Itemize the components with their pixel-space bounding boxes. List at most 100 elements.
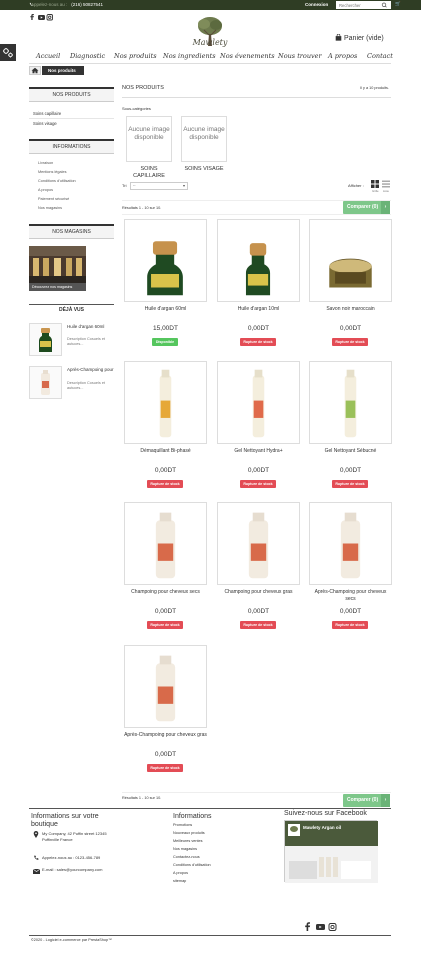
sidebar-info-heading: INFORMATIONS bbox=[29, 139, 114, 154]
subcategory-name[interactable]: SOINS CAPILLAIRE bbox=[126, 166, 172, 180]
footer-divider bbox=[29, 808, 391, 809]
nav-a-propos[interactable]: A propos bbox=[328, 52, 357, 60]
product-image[interactable] bbox=[309, 219, 392, 302]
discover-stores-button[interactable]: Découvrez nos magasins bbox=[29, 283, 86, 291]
sidebar-item-soins-visage[interactable]: Soins visage bbox=[33, 121, 57, 126]
login-link[interactable]: Connexion bbox=[305, 2, 328, 7]
product-image[interactable] bbox=[217, 219, 300, 302]
footer-email[interactable]: E-mail : sales@yourcompany.com bbox=[42, 867, 102, 873]
sort-label: Tri bbox=[122, 183, 127, 188]
footer-link[interactable]: Meilleures ventes bbox=[173, 839, 203, 843]
compare-button[interactable]: Comparer (0) › bbox=[343, 201, 390, 214]
subcategory-image-placeholder[interactable]: Aucune image disponible bbox=[126, 116, 172, 162]
subcategory-name[interactable]: SOINS VISAGE bbox=[181, 166, 227, 173]
instagram-icon[interactable] bbox=[328, 923, 337, 931]
sort-select[interactable]: -- ▾ bbox=[130, 182, 188, 190]
product-price: 0,00DT bbox=[154, 608, 177, 615]
theme-config-toggle[interactable] bbox=[0, 44, 16, 61]
facebook-page-name[interactable]: Mawlety Argan oil bbox=[303, 825, 341, 830]
results-count: Résultats 1 - 10 sur 10. bbox=[122, 796, 162, 800]
facebook-icon[interactable] bbox=[305, 922, 311, 931]
sidebar-link-mentions[interactable]: Mentions légales bbox=[38, 170, 67, 174]
product-image[interactable] bbox=[309, 361, 392, 444]
grid-view-icon[interactable] bbox=[371, 180, 379, 188]
product-photo bbox=[245, 243, 271, 296]
product-name[interactable]: Démaquillant Bi-phasé bbox=[124, 448, 207, 455]
compare-button[interactable]: Comparer (0) › bbox=[343, 794, 390, 807]
sidebar-link-livraison[interactable]: Livraison bbox=[38, 161, 53, 165]
product-name[interactable]: Huile d'argan 60ml bbox=[124, 306, 207, 313]
product-photo bbox=[155, 512, 176, 579]
cart-icon[interactable]: 🛒 bbox=[395, 1, 401, 7]
cart-summary[interactable]: Panier (vide) bbox=[335, 34, 384, 42]
footer-link[interactable]: Nouveaux produits bbox=[173, 831, 205, 835]
product-image[interactable] bbox=[124, 502, 207, 585]
store-photo[interactable] bbox=[29, 246, 86, 283]
footer-link[interactable]: sitemap bbox=[173, 879, 186, 883]
page-title: NOS PRODUITS bbox=[122, 85, 164, 91]
footer-link[interactable]: Conditions d'utilisation bbox=[173, 863, 211, 867]
nav-nos-produits[interactable]: Nos produits bbox=[114, 52, 157, 60]
copyright: ©2020 - Logiciel e-commerce par PrestaSh… bbox=[31, 938, 112, 942]
product-image[interactable] bbox=[124, 645, 207, 728]
footer-link[interactable]: Nos magasins bbox=[173, 847, 197, 851]
sidebar-link-paiement[interactable]: Paiement sécurisé bbox=[38, 197, 69, 201]
product-image[interactable] bbox=[217, 502, 300, 585]
product-image[interactable] bbox=[217, 361, 300, 444]
footer-phone[interactable]: Appelez-nous au : 0123-456-789 bbox=[42, 855, 100, 861]
facebook-icon[interactable] bbox=[30, 14, 35, 20]
product-count: Il y a 10 produits. bbox=[360, 86, 389, 90]
nav-nous-trouver[interactable]: Nous trouver bbox=[278, 52, 322, 60]
breadcrumb-current: Nos produits bbox=[42, 66, 84, 75]
phone-number[interactable]: (216) 50827541 bbox=[71, 2, 103, 7]
sidebar-link-conditions[interactable]: Conditions d'utilisation bbox=[38, 179, 76, 183]
nav-accueil[interactable]: Accueil bbox=[36, 52, 60, 60]
seen-product-image[interactable] bbox=[29, 323, 62, 356]
product-image[interactable] bbox=[124, 361, 207, 444]
list-view-icon[interactable] bbox=[382, 180, 390, 188]
product-photo bbox=[147, 241, 183, 296]
youtube-icon[interactable] bbox=[38, 15, 45, 20]
shopping-bag-icon bbox=[335, 34, 342, 41]
search-icon[interactable] bbox=[378, 1, 390, 9]
product-name[interactable]: Huile d'argan 10ml bbox=[217, 306, 300, 313]
product-name[interactable]: Gel Nettoyant Hydra+ bbox=[217, 448, 300, 455]
subcategories-label: Sous-catégories bbox=[122, 106, 151, 111]
footer-link[interactable]: Promotions bbox=[173, 823, 192, 827]
nav-nos-evenements[interactable]: Nos évenements bbox=[220, 52, 275, 60]
header-social-icons bbox=[30, 14, 53, 21]
product-name[interactable]: Champoing pour cheveux secs bbox=[124, 589, 207, 596]
product-image[interactable] bbox=[124, 219, 207, 302]
seen-product-name[interactable]: Huile d'argan 60ml bbox=[67, 324, 115, 330]
seen-product-image[interactable] bbox=[29, 366, 62, 399]
sidebar-item-soins-capillaire[interactable]: Soins capillaire bbox=[33, 111, 61, 116]
seen-product-name[interactable]: Après-Champoing pour bbox=[67, 367, 115, 373]
location-pin-icon bbox=[33, 831, 39, 838]
stock-status-badge: Rupture de stock bbox=[240, 621, 276, 629]
nav-contact[interactable]: Contact bbox=[367, 52, 393, 60]
sidebar-link-magasins[interactable]: Nos magasins bbox=[38, 206, 62, 210]
product-image[interactable] bbox=[309, 502, 392, 585]
footer-facebook-title: Suivez-nous sur Facebook bbox=[284, 810, 367, 817]
subcategory-image-placeholder[interactable]: Aucune image disponible bbox=[181, 116, 227, 162]
instagram-icon[interactable] bbox=[46, 14, 53, 21]
home-icon[interactable] bbox=[29, 66, 41, 75]
product-name[interactable]: Après-Champoing pour cheveux gras bbox=[124, 732, 207, 739]
footer-link[interactable]: A propos bbox=[173, 871, 188, 875]
product-name[interactable]: Gel Nettoyant Sébucné bbox=[309, 448, 392, 455]
product-name[interactable]: Champoing pour cheveux gras bbox=[217, 589, 300, 596]
compare-label: Comparer (0) bbox=[347, 797, 379, 803]
product-name[interactable]: Savon noir maroccain bbox=[309, 306, 392, 313]
product-name[interactable]: Après-Champoing pour cheveux secs bbox=[309, 589, 392, 602]
sidebar-stores-heading: NOS MAGASINS bbox=[29, 224, 114, 239]
facebook-widget[interactable]: Mawlety Argan oil bbox=[284, 820, 378, 883]
nav-nos-ingredients[interactable]: Nos ingredients bbox=[163, 52, 216, 60]
nav-diagnostic[interactable]: Diagnostic bbox=[70, 52, 105, 60]
stock-status-badge: Rupture de stock bbox=[332, 480, 368, 488]
sidebar-link-a-propos[interactable]: A propos bbox=[38, 188, 53, 192]
footer-address: My Company, 42 Puffin street 12345 Puffi… bbox=[42, 831, 107, 842]
footer-link[interactable]: Contactez-nous bbox=[173, 855, 200, 859]
youtube-icon[interactable] bbox=[316, 924, 325, 930]
product-price: 0,00DT bbox=[154, 751, 177, 758]
breadcrumb: Nos produits bbox=[29, 66, 84, 75]
